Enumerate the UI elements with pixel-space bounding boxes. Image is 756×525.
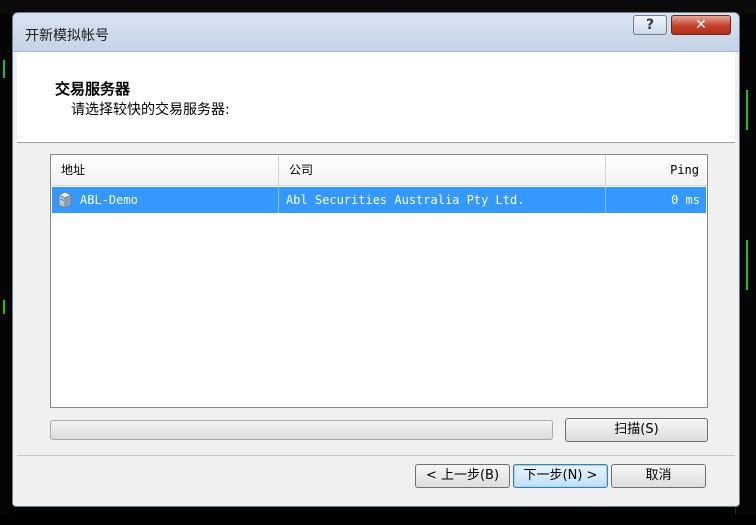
close-button[interactable]: ✕ bbox=[671, 15, 731, 35]
wizard-header: 交易服务器 请选择较快的交易服务器: bbox=[17, 52, 735, 143]
server-ping: 0 ms bbox=[671, 193, 700, 207]
title-bar[interactable]: 开新模拟帐号 ? ✕ bbox=[13, 13, 739, 52]
window-title: 开新模拟帐号 bbox=[25, 28, 109, 44]
scan-progress-bar bbox=[50, 420, 553, 440]
scan-button[interactable]: 扫描(S) bbox=[565, 418, 708, 442]
server-company: Abl Securities Australia Pty Ltd. bbox=[279, 187, 606, 213]
cancel-button[interactable]: 取消 bbox=[611, 464, 706, 488]
page-title: 交易服务器 bbox=[55, 80, 131, 98]
background-tick bbox=[746, 240, 748, 290]
page-subtitle: 请选择较快的交易服务器: bbox=[71, 102, 230, 118]
server-list-header: 地址 公司 Ping bbox=[51, 155, 707, 186]
column-header-company[interactable]: 公司 bbox=[279, 155, 606, 185]
footer-divider bbox=[17, 455, 735, 456]
server-list[interactable]: 地址 公司 Ping ABL-Demo Abl Securities Austr… bbox=[50, 154, 708, 408]
column-header-address[interactable]: 地址 bbox=[51, 155, 279, 185]
table-row[interactable]: ABL-Demo Abl Securities Australia Pty Lt… bbox=[52, 187, 706, 213]
back-button[interactable]: < 上一步(B) bbox=[415, 464, 510, 488]
next-button[interactable]: 下一步(N) > bbox=[513, 464, 608, 488]
server-address: ABL-Demo bbox=[52, 187, 279, 213]
background-tick bbox=[3, 60, 5, 78]
new-demo-account-dialog: 开新模拟帐号 ? ✕ 交易服务器 请选择较快的交易服务器: 地址 公司 Ping… bbox=[12, 12, 740, 507]
background-terminal-left bbox=[0, 14, 12, 514]
background-tick bbox=[746, 90, 748, 130]
help-button[interactable]: ? bbox=[633, 15, 667, 35]
column-header-ping[interactable]: Ping bbox=[606, 155, 707, 185]
background-tick bbox=[3, 300, 5, 314]
